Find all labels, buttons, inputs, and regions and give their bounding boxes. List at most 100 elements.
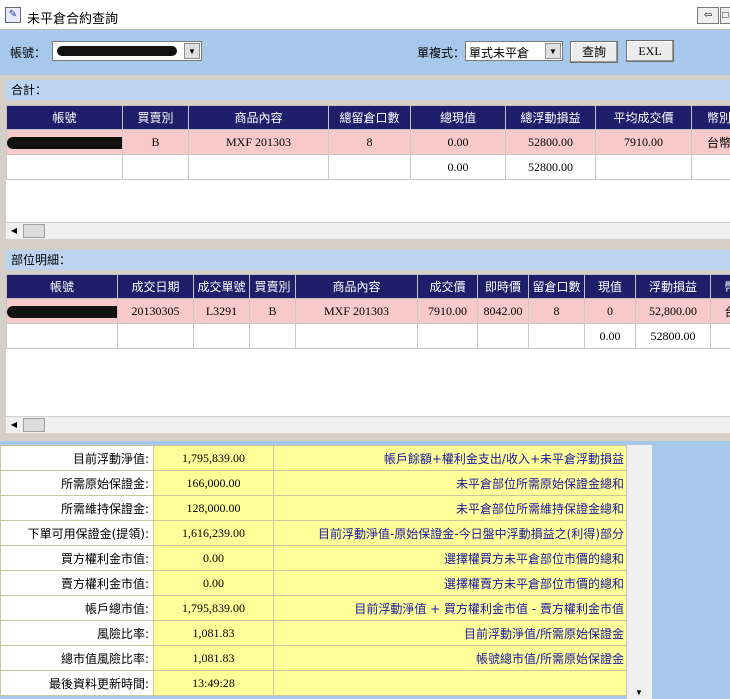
info-label: 風險比率: [0, 620, 154, 646]
info-description: 目前浮動淨值 + 買方權利金市值 - 賣方權利金市值 [273, 595, 627, 621]
info-row: 所需原始保證金: 166,000.00 未平倉部位所需原始保證金總和 [0, 470, 627, 496]
details-table: 帳號 成交日期 成交單號 買賣別 商品內容 成交價 即時價 留倉口數 現值 浮動… [6, 274, 730, 349]
account-select[interactable]: ▼ [52, 41, 202, 61]
scroll-thumb[interactable] [23, 418, 45, 432]
table-cell [595, 154, 692, 180]
col-currency[interactable]: 幣別 [691, 105, 730, 130]
info-value: 1,081.83 [153, 620, 274, 646]
table-cell [117, 323, 194, 349]
info-value: 1,081.83 [153, 645, 274, 671]
info-row: 所需維持保證金: 128,000.00 未平倉部位所需維持保證金總和 [0, 495, 627, 521]
info-label: 帳戶總市值: [0, 595, 154, 621]
table-cell [528, 323, 585, 349]
col-current-value[interactable]: 現值 [584, 274, 636, 299]
query-button[interactable]: 查詢 [570, 41, 618, 63]
col-trade-price[interactable]: 成交價 [417, 274, 478, 299]
info-value: 0.00 [153, 570, 274, 596]
col-account[interactable]: 帳號 [6, 274, 118, 299]
col-side[interactable]: 買賣別 [249, 274, 296, 299]
info-value: 1,795,839.00 [153, 445, 274, 471]
col-total-value[interactable]: 總現值 [410, 105, 506, 130]
restore-icon[interactable]: ⇦ [697, 7, 719, 24]
scroll-down-icon[interactable]: ▼ [635, 688, 643, 697]
info-description [273, 670, 627, 696]
table-cell: 8042.00 [477, 298, 529, 324]
table-cell: 台幣 [691, 129, 730, 155]
info-label: 買方權利金市值: [0, 545, 154, 571]
summary-header: 合計： [6, 80, 730, 100]
col-product[interactable]: 商品內容 [295, 274, 418, 299]
table-row[interactable]: 20130305 L3291 B MXF 201303 7910.00 8042… [6, 298, 730, 324]
info-label: 目前浮動淨值: [0, 445, 154, 471]
info-row: 總市值風險比率: 1,081.83 帳號總市值/所需原始保證金 [0, 645, 627, 671]
account-info-table: 目前浮動淨值: 1,795,839.00 帳戶餘額+權利金支出/收入+未平倉浮動損益… [0, 445, 627, 696]
table-cell: 20130305 [117, 298, 194, 324]
info-value: 1,795,839.00 [153, 595, 274, 621]
col-floating-pnl[interactable]: 浮動損益 [635, 274, 711, 299]
table-cell [249, 323, 296, 349]
maximize-icon[interactable]: □ [720, 7, 730, 24]
account-info-vertical-scrollbar[interactable]: ▼ [626, 445, 652, 699]
details-header: 部位明細： [6, 250, 730, 270]
info-row: 下單可用保證金(提領): 1,616,239.00 目前浮動淨值-原始保證金-今日盤… [0, 520, 627, 546]
col-avg-price[interactable]: 平均成交價 [595, 105, 692, 130]
table-row[interactable]: 0.00 52800.00 [6, 154, 730, 180]
table-cell: 8 [528, 298, 585, 324]
order-type-label: 單複式： [417, 46, 466, 60]
table-cell [477, 323, 529, 349]
col-total-floating-pnl[interactable]: 總浮動損益 [505, 105, 596, 130]
info-description: 帳戶餘額+權利金支出/收入+未平倉浮動損益 [273, 445, 627, 471]
col-realtime-price[interactable]: 即時價 [477, 274, 529, 299]
order-type-select[interactable]: 單式未平倉 ▼ [465, 41, 563, 61]
chevron-down-icon[interactable]: ▼ [545, 43, 561, 59]
table-cell: 0.00 [410, 154, 506, 180]
order-type-value: 單式未平倉 [469, 46, 530, 60]
account-label: 帳號： [10, 46, 47, 60]
app-icon: ✎ [5, 7, 21, 23]
table-cell: 52800.00 [505, 129, 596, 155]
info-label: 所需原始保證金: [0, 470, 154, 496]
table-cell [417, 323, 478, 349]
table-cell [188, 154, 329, 180]
table-cell: 台幣 [710, 298, 730, 324]
col-account[interactable]: 帳號 [6, 105, 123, 130]
table-row[interactable]: B MXF 201303 8 0.00 52800.00 7910.00 台幣 [6, 129, 730, 155]
table-cell: 7910.00 [595, 129, 692, 155]
table-cell [691, 154, 730, 180]
table-cell: MXF 201303 [295, 298, 418, 324]
summary-table: 帳號 買賣別 商品內容 總留倉口數 總現值 總浮動損益 平均成交價 幣別 B M… [6, 105, 730, 180]
scroll-left-icon[interactable]: ◀ [6, 223, 22, 239]
table-cell: L3291 [193, 298, 250, 324]
redacted-account [57, 46, 177, 56]
info-row: 目前浮動淨值: 1,795,839.00 帳戶餘額+權利金支出/收入+未平倉浮動損益 [0, 445, 627, 471]
excel-export-button[interactable]: EXL [626, 40, 674, 62]
table-cell [193, 323, 250, 349]
col-trade-date[interactable]: 成交日期 [117, 274, 194, 299]
account-cell [6, 129, 123, 155]
col-total-open-lots[interactable]: 總留倉口數 [328, 105, 411, 130]
table-row[interactable]: 0.00 52800.00 [6, 323, 730, 349]
table-cell: 0.00 [584, 323, 636, 349]
table-cell [710, 323, 730, 349]
col-product[interactable]: 商品內容 [188, 105, 329, 130]
info-row: 帳戶總市值: 1,795,839.00 目前浮動淨值 + 買方權利金市值 - 賣方權… [0, 595, 627, 621]
summary-grid: 帳號 買賣別 商品內容 總留倉口數 總現值 總浮動損益 平均成交價 幣別 B M… [6, 105, 730, 222]
scroll-left-icon[interactable]: ◀ [6, 417, 22, 433]
table-cell: 52,800.00 [635, 298, 711, 324]
col-open-lots[interactable]: 留倉口數 [528, 274, 585, 299]
redacted-account [7, 136, 122, 149]
info-value: 166,000.00 [153, 470, 274, 496]
scroll-thumb[interactable] [23, 224, 45, 238]
chevron-down-icon[interactable]: ▼ [184, 43, 200, 59]
account-cell [6, 298, 118, 324]
col-side[interactable]: 買賣別 [122, 105, 189, 130]
col-currency[interactable]: 幣別 [710, 274, 730, 299]
col-trade-number[interactable]: 成交單號 [193, 274, 250, 299]
details-horizontal-scrollbar[interactable]: ◀ [6, 416, 730, 433]
info-value: 13:49:28 [153, 670, 274, 696]
table-cell: B [249, 298, 296, 324]
info-value: 0.00 [153, 545, 274, 571]
table-cell: 52800.00 [635, 323, 711, 349]
account-info-panel: 目前浮動淨值: 1,795,839.00 帳戶餘額+權利金支出/收入+未平倉浮動損益… [0, 441, 730, 699]
summary-horizontal-scrollbar[interactable]: ◀ [6, 222, 730, 239]
